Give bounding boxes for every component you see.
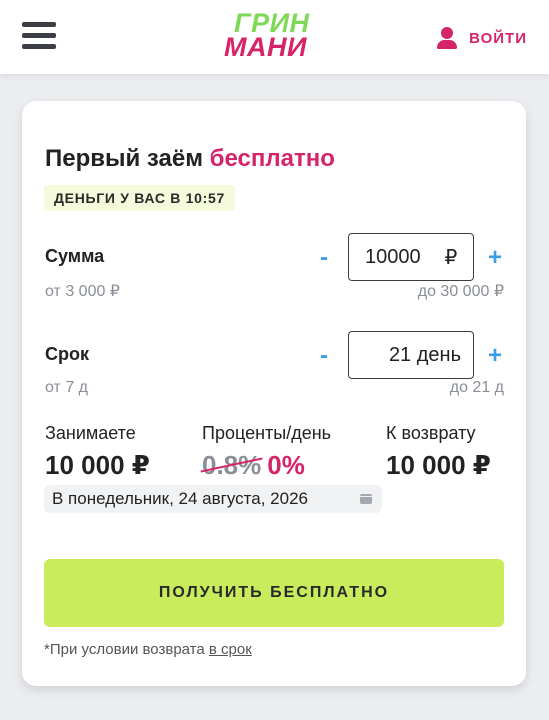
login-button[interactable]: ВОЙТИ xyxy=(435,24,527,52)
rate-summary: Проценты/день 0.8% 0% xyxy=(202,423,331,481)
return-summary: К возврату 10 000 ₽ xyxy=(386,423,491,481)
top-header: ГРИН МАНИ ВОЙТИ xyxy=(0,0,549,74)
borrow-label: Занимаете xyxy=(45,423,136,443)
get-free-loan-button[interactable]: ПОЛУЧИТЬ БЕСПЛАТНО xyxy=(44,559,504,627)
due-date-text: В понедельник, 24 августа, 2026 xyxy=(52,489,308,508)
footnote: *При условии возврата в срок xyxy=(44,641,252,658)
borrow-summary: Занимаете 10 000 ₽ xyxy=(45,423,150,481)
term-label: Срок xyxy=(45,344,89,364)
amount-max: до 30 000 ₽ xyxy=(417,283,504,300)
amount-min: от 3 000 ₽ xyxy=(45,283,120,300)
amount-decrease-button[interactable]: - xyxy=(314,246,334,270)
borrow-value: 10 000 ₽ xyxy=(45,450,150,480)
user-icon xyxy=(435,26,459,50)
rate-new: 0% xyxy=(267,450,305,480)
currency-symbol: ₽ xyxy=(444,246,458,269)
delivery-time-badge: ДЕНЬГИ У ВАС В 10:57 xyxy=(44,185,235,211)
return-label: К возврату xyxy=(386,423,476,443)
term-input[interactable]: 21 день xyxy=(348,331,474,379)
loan-calculator-card: Первый заём бесплатно ДЕНЬГИ У ВАС В 10:… xyxy=(22,101,526,686)
amount-input[interactable]: 10000 ₽ xyxy=(348,233,474,281)
term-value: 21 день xyxy=(388,343,461,366)
amount-value: 10000 ₽ xyxy=(365,245,458,269)
repay-on-time-link[interactable]: в срок xyxy=(209,641,252,658)
term-decrease-button[interactable]: - xyxy=(314,344,334,368)
title-main: Первый заём xyxy=(45,145,203,172)
card-title: Первый заём бесплатно xyxy=(45,145,335,173)
return-value: 10 000 ₽ xyxy=(386,450,491,480)
brand-logo[interactable]: ГРИН МАНИ xyxy=(224,10,326,63)
term-increase-button[interactable]: + xyxy=(485,344,505,368)
amount-increase-button[interactable]: + xyxy=(485,246,505,270)
logo-line-2: МАНИ xyxy=(224,32,307,62)
rate-old: 0.8% xyxy=(202,450,262,480)
title-accent: бесплатно xyxy=(209,145,335,172)
term-max: до 21 д xyxy=(449,379,504,396)
rate-value: 0.8% 0% xyxy=(202,450,331,481)
calendar-icon xyxy=(360,494,372,504)
login-label: ВОЙТИ xyxy=(469,29,527,47)
due-date-picker[interactable]: В понедельник, 24 августа, 2026 xyxy=(44,485,382,513)
menu-icon[interactable] xyxy=(22,22,56,50)
rate-label: Проценты/день xyxy=(202,423,332,443)
term-min: от 7 д xyxy=(45,379,88,396)
footnote-text: *При условии возврата xyxy=(44,641,205,658)
amount-label: Сумма xyxy=(45,246,105,266)
